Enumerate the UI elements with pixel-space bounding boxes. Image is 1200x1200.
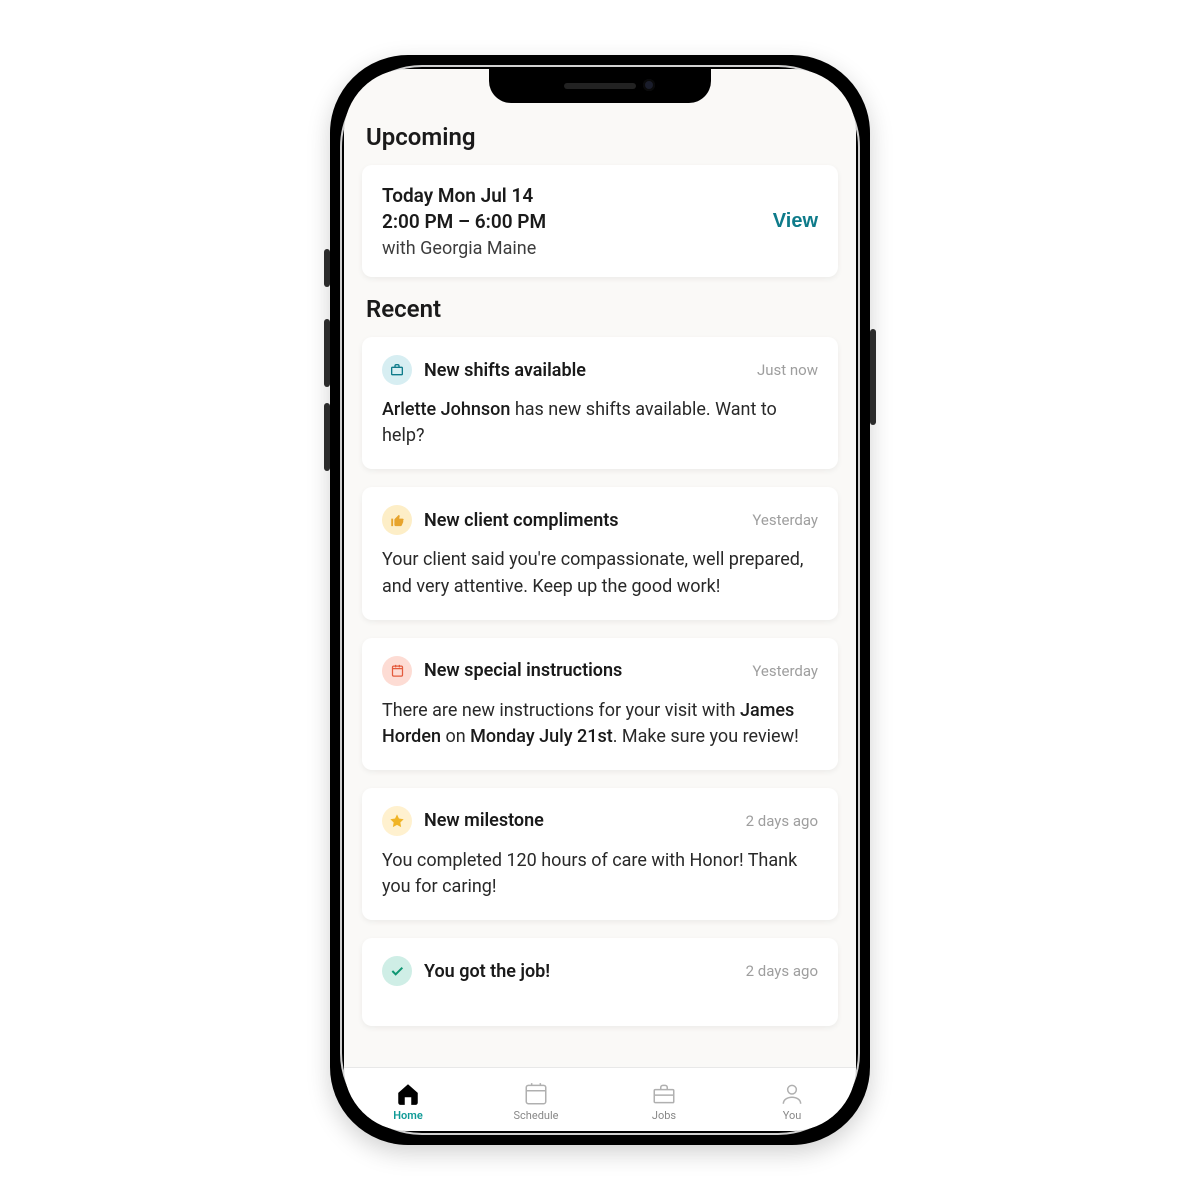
side-button [324,249,330,287]
person-icon [779,1081,805,1107]
recent-time: 2 days ago [746,812,818,830]
recent-time: Yesterday [752,511,818,529]
recent-title: New special instructions [424,660,740,681]
recent-title: New shifts available [424,360,745,381]
recent-card-instructions[interactable]: New special instructions Yesterday There… [362,638,838,770]
recent-card-compliments[interactable]: New client compliments Yesterday Your cl… [362,487,838,619]
side-button [324,319,330,387]
upcoming-date: Today Mon Jul 14 [382,183,546,209]
recent-section-title: Recent [366,295,834,323]
upcoming-section-title: Upcoming [366,123,834,151]
upcoming-client: with Georgia Maine [382,238,546,259]
side-button [870,329,876,425]
house-icon [395,1081,421,1107]
recent-body: Your client said you're compassionate, w… [382,547,818,599]
recent-card-milestone[interactable]: New milestone 2 days ago You completed 1… [362,788,838,920]
tab-label: Jobs [652,1109,676,1122]
recent-body: You completed 120 hours of care with Hon… [382,848,818,900]
recent-card-job[interactable]: You got the job! 2 days ago [362,938,838,1026]
calendar-grid-icon [523,1081,549,1107]
tab-label: You [783,1109,802,1122]
tab-label: Home [393,1109,423,1122]
phone-screen: Upcoming Today Mon Jul 14 2:00 PM – 6:00… [344,69,856,1131]
speaker-grille [564,83,636,89]
recent-card-shifts[interactable]: New shifts available Just now Arlette Jo… [362,337,838,469]
tab-label: Schedule [514,1109,559,1122]
briefcase-icon [382,355,412,385]
front-camera [643,79,655,91]
tab-jobs[interactable]: Jobs [600,1068,728,1131]
recent-time: Yesterday [752,662,818,680]
tab-schedule[interactable]: Schedule [472,1068,600,1131]
side-button [324,403,330,471]
upcoming-time: 2:00 PM – 6:00 PM [382,209,546,235]
calendar-icon [382,656,412,686]
recent-title: New milestone [424,810,734,831]
view-button[interactable]: View [773,210,818,233]
briefcase-icon [651,1081,677,1107]
upcoming-card[interactable]: Today Mon Jul 14 2:00 PM – 6:00 PM with … [362,165,838,277]
tab-bar: Home Schedule Jobs You [344,1067,856,1131]
upcoming-info: Today Mon Jul 14 2:00 PM – 6:00 PM with … [382,183,546,259]
recent-title: You got the job! [424,961,734,982]
star-icon [382,806,412,836]
recent-time: Just now [757,361,818,379]
tab-you[interactable]: You [728,1068,856,1131]
screen-content: Upcoming Today Mon Jul 14 2:00 PM – 6:00… [344,69,856,1131]
check-icon [382,956,412,986]
recent-body: Arlette Johnson has new shifts available… [382,397,818,449]
phone-notch [489,69,711,103]
recent-time: 2 days ago [746,962,818,980]
recent-title: New client compliments [424,510,740,531]
phone-frame: Upcoming Today Mon Jul 14 2:00 PM – 6:00… [330,55,870,1145]
thumbs-up-icon [382,505,412,535]
tab-home[interactable]: Home [344,1068,472,1131]
recent-body: There are new instructions for your visi… [382,698,818,750]
